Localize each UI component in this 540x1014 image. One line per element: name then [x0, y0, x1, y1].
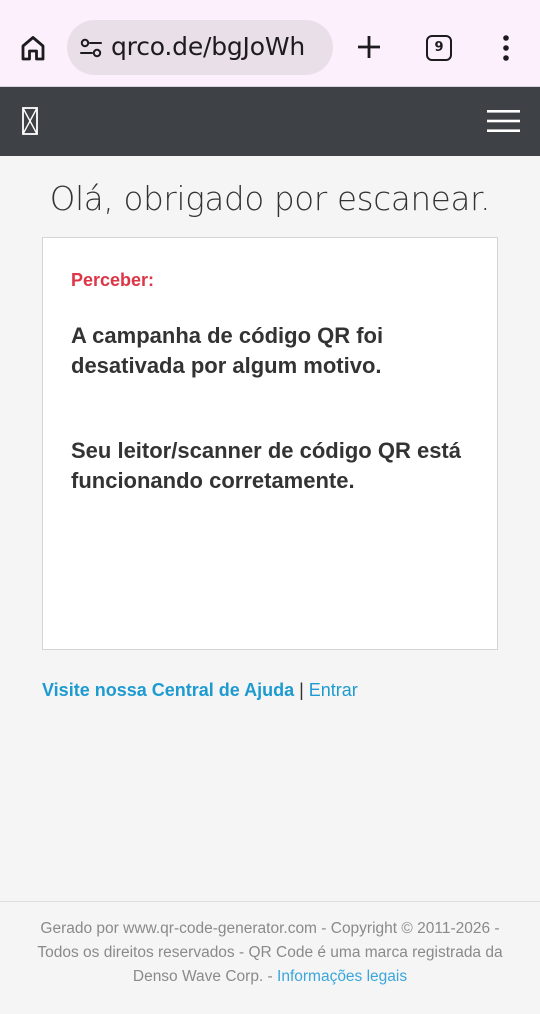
- address-bar[interactable]: qrco.de/bgJoWh: [67, 20, 333, 75]
- page-title: Olá, obrigado por escanear.: [49, 180, 491, 218]
- site-header: [0, 87, 540, 156]
- footer-copyright: Gerado por www.qr-code-generator.com - C…: [37, 920, 503, 985]
- url-text[interactable]: qrco.de/bgJoWh: [111, 32, 305, 61]
- tab-switcher-button[interactable]: 9: [426, 35, 452, 61]
- notice-status: Seu leitor/scanner de código QR está fun…: [71, 438, 461, 493]
- footer: Gerado por www.qr-code-generator.com - C…: [30, 917, 510, 989]
- more-vert-icon: [503, 35, 509, 61]
- notice-message: A campanha de código QR foi desativada p…: [71, 323, 384, 378]
- hamburger-menu-button[interactable]: [487, 108, 520, 134]
- notice-card: Perceber: A campanha de código QR foi de…: [42, 237, 498, 650]
- home-button[interactable]: [18, 33, 48, 63]
- home-icon: [21, 36, 45, 61]
- site-info-icon[interactable]: [79, 36, 103, 60]
- hamburger-icon: [487, 110, 520, 132]
- notice-label: Perceber:: [71, 270, 155, 290]
- new-tab-button[interactable]: [355, 33, 383, 61]
- site-logo[interactable]: [22, 107, 38, 135]
- qr-logo-icon: [22, 107, 38, 135]
- browser-menu-button[interactable]: [495, 33, 517, 63]
- link-separator: |: [294, 680, 309, 700]
- login-link[interactable]: Entrar: [309, 680, 358, 700]
- help-links: Visite nossa Central de Ajuda | Entrar: [42, 680, 358, 701]
- browser-toolbar: qrco.de/bgJoWh 9: [0, 0, 540, 87]
- legal-info-link[interactable]: Informações legais: [277, 968, 407, 985]
- footer-divider: [0, 901, 540, 902]
- help-center-link[interactable]: Visite nossa Central de Ajuda: [42, 680, 294, 700]
- plus-icon: [358, 36, 380, 58]
